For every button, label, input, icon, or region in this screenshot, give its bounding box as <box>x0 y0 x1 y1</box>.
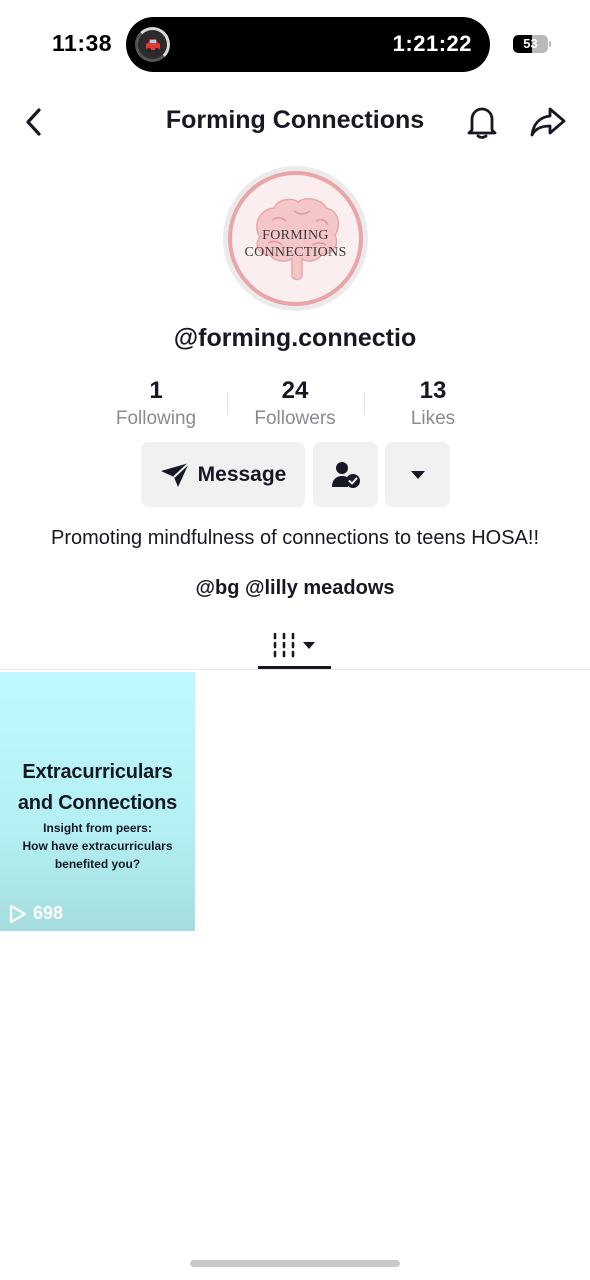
avatar-text-line1: FORMING <box>262 228 329 243</box>
stat-divider <box>364 392 365 414</box>
view-count: 698 <box>33 903 64 923</box>
car-icon <box>135 27 170 62</box>
message-label: Message <box>197 462 287 486</box>
username: @forming.connectio <box>173 324 417 352</box>
stat-divider <box>227 392 228 414</box>
video-title-line1: Extracurriculars <box>22 761 173 783</box>
status-time: 11:38 <box>52 30 113 56</box>
video-title-line2: and Connections <box>17 792 178 814</box>
followers-count: 24 <box>281 377 309 404</box>
activity-timer: 1:21:22 <box>392 31 472 56</box>
video-subtitle-line2: How have extracurriculars <box>22 839 173 853</box>
video-subtitle: Insight from peers: How have extracurric… <box>0 819 195 873</box>
video-thumbnail[interactable]: Extracurriculars and Connections Insight… <box>0 672 195 931</box>
back-button[interactable] <box>18 104 50 140</box>
grid-columns-icon <box>273 632 315 658</box>
share-button[interactable] <box>527 102 569 142</box>
following-stat[interactable]: 1 Following <box>106 376 206 430</box>
chevron-left-icon <box>26 108 41 136</box>
battery-level: 53 <box>523 36 538 51</box>
battery-icon: 53 <box>513 35 551 53</box>
avatar[interactable]: FORMING CONNECTIONS <box>223 166 368 311</box>
home-indicator[interactable] <box>190 1260 400 1267</box>
followers-label: Followers <box>254 408 336 429</box>
dynamic-island[interactable]: 1:21:22 <box>126 17 490 72</box>
bio-text: Promoting mindfulness of connections to … <box>50 527 540 549</box>
message-button[interactable]: Message <box>141 442 305 507</box>
following-count: 1 <box>149 377 163 404</box>
notifications-button[interactable] <box>462 102 502 142</box>
following-status-button[interactable] <box>313 442 378 507</box>
following-label: Following <box>115 408 197 429</box>
tab-videos[interactable] <box>258 622 331 668</box>
video-subtitle-line1: Insight from peers: <box>43 821 152 835</box>
avatar-text-line2: CONNECTIONS <box>244 245 347 260</box>
followers-stat[interactable]: 24 Followers <box>245 376 345 430</box>
avatar-image: FORMING CONNECTIONS <box>228 171 363 306</box>
bell-icon <box>467 107 497 139</box>
tab-divider <box>0 669 590 670</box>
more-options-button[interactable] <box>385 442 450 507</box>
share-arrow-icon <box>530 107 566 137</box>
caret-down-icon <box>410 470 425 479</box>
send-icon <box>160 461 190 487</box>
profile-header: Forming Connections <box>0 96 590 148</box>
video-title: Extracurriculars and Connections <box>0 757 195 819</box>
play-icon <box>9 904 27 923</box>
likes-count: 13 <box>419 377 447 404</box>
video-view-count: 698 <box>9 903 63 924</box>
video-subtitle-line3: benefited you? <box>54 857 141 871</box>
likes-label: Likes <box>410 408 456 429</box>
status-bar: 11:38 1:21:22 53 <box>0 0 590 88</box>
user-check-icon <box>331 461 360 488</box>
bio-mentions[interactable]: @bg @lilly meadows <box>0 577 590 600</box>
likes-stat[interactable]: 13 Likes <box>388 376 478 430</box>
